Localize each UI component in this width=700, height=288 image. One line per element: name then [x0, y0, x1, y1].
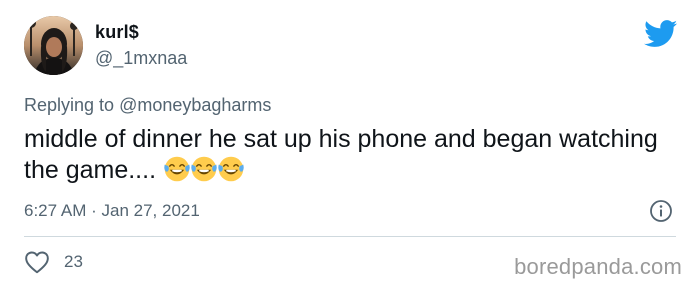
- reply-context: Replying to @moneybagharms: [24, 95, 271, 116]
- divider: [24, 236, 676, 237]
- face-with-tears-of-joy-icon: [191, 156, 217, 182]
- watermark: boredpanda.com: [514, 254, 682, 279]
- tweet-timestamp[interactable]: 6:27 AM · Jan 27, 2021: [24, 201, 200, 221]
- twitter-bird-icon[interactable]: [644, 20, 678, 48]
- avatar-photo: [24, 16, 83, 75]
- tweet-text-content: middle of dinner he sat up his phone and…: [24, 125, 658, 184]
- tweet-text: middle of dinner he sat up his phone and…: [24, 124, 674, 186]
- like-count[interactable]: 23: [64, 252, 83, 272]
- info-icon[interactable]: [649, 199, 673, 223]
- meta-separator: ·: [91, 201, 97, 220]
- tweet-time: 6:27 AM: [24, 201, 87, 220]
- user-handle[interactable]: @_1mxnaa: [95, 48, 187, 69]
- face-with-tears-of-joy-icon: [218, 156, 244, 182]
- heart-icon[interactable]: [24, 250, 50, 274]
- face-with-tears-of-joy-icon: [164, 156, 190, 182]
- tweet-date: Jan 27, 2021: [101, 201, 200, 220]
- avatar[interactable]: [24, 16, 83, 75]
- reply-mention-link[interactable]: @moneybagharms: [119, 95, 271, 115]
- tweet-card: kurl$ @_1mxnaa Replying to @moneybagharm…: [0, 0, 700, 288]
- emoji-group: [163, 156, 244, 184]
- display-name[interactable]: kurl$: [95, 22, 139, 43]
- reply-prefix: Replying to: [24, 95, 115, 115]
